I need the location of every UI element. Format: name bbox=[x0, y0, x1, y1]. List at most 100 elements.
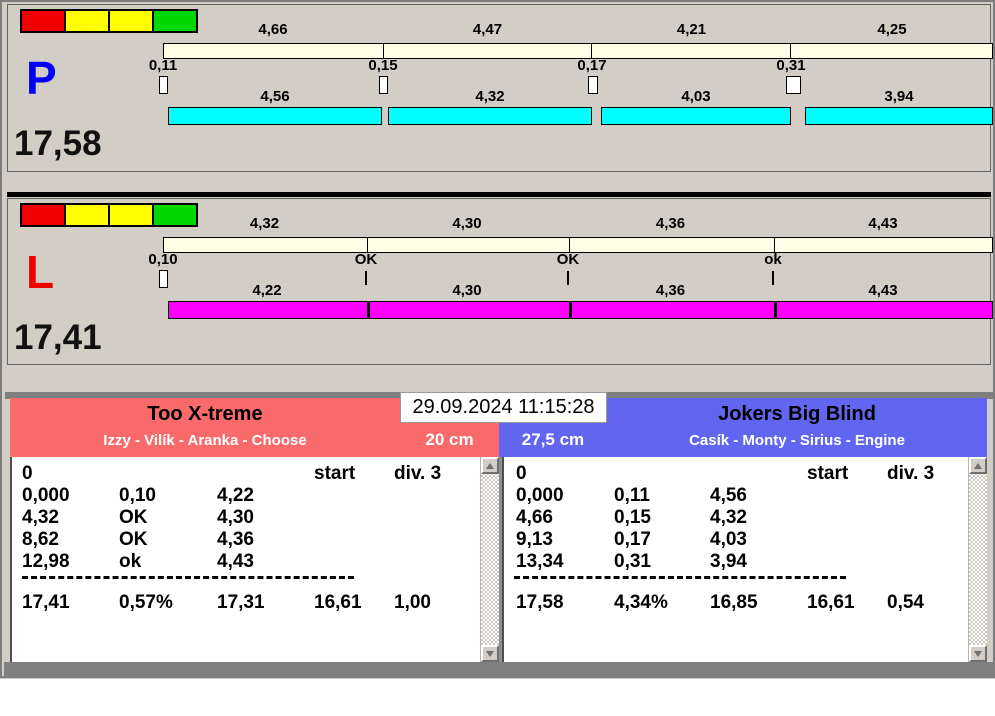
arrow-down-icon bbox=[974, 650, 982, 657]
table-scrollbar[interactable] bbox=[480, 457, 499, 662]
table-cell: 0,10 bbox=[119, 485, 156, 506]
lane-letter-l: L bbox=[26, 246, 55, 298]
table-cell: ok bbox=[119, 551, 142, 572]
table-cell: 4,03 bbox=[710, 529, 747, 550]
table-cell: 0 bbox=[516, 463, 527, 484]
table-total-cell: 0,57% bbox=[119, 592, 173, 613]
table-total-cell: 16,61 bbox=[807, 592, 855, 613]
run-bar-segment bbox=[169, 302, 367, 318]
run-bar-segment bbox=[601, 107, 791, 125]
table-cell: 0,11 bbox=[614, 485, 650, 506]
app-screen: P 4,66 4,47 4,21 4,25 0,11 0,15 0,17 0,3… bbox=[0, 0, 995, 716]
lane-divider bbox=[7, 192, 991, 197]
split-time-label: 4,66 bbox=[258, 21, 288, 38]
split-time-label: 4,25 bbox=[877, 21, 907, 38]
split-segment bbox=[569, 238, 774, 252]
light-yellow1-icon bbox=[64, 203, 110, 227]
run-bar-segment bbox=[388, 107, 592, 125]
timing-window: P 4,66 4,47 4,21 4,25 0,11 0,15 0,17 0,3… bbox=[0, 0, 995, 679]
table-col-start: start bbox=[807, 463, 849, 484]
scroll-down-button[interactable] bbox=[969, 645, 987, 662]
split-time-label: 4,21 bbox=[676, 21, 707, 38]
arrow-up-icon bbox=[486, 462, 494, 469]
split-segment bbox=[774, 238, 992, 252]
table-cell: 3,94 bbox=[710, 551, 747, 572]
split-time-label: 4,32 bbox=[249, 215, 280, 232]
team-name: Too X-treme bbox=[147, 403, 263, 425]
split-time-label: 4,36 bbox=[655, 215, 686, 232]
exchange-time-label: 0,10 bbox=[148, 251, 178, 268]
table-cell: 8,62 bbox=[22, 529, 59, 550]
jump-height: 20 cm bbox=[425, 430, 474, 449]
table-scrollbar[interactable] bbox=[968, 457, 987, 662]
table-total-cell: 0,54 bbox=[887, 592, 924, 613]
team-name: Jokers Big Blind bbox=[718, 403, 876, 425]
scroll-down-button[interactable] bbox=[481, 645, 499, 662]
exchange-time-label: 0,15 bbox=[368, 57, 398, 74]
run-time-label: 4,43 bbox=[868, 282, 898, 299]
arrow-down-icon bbox=[486, 650, 494, 657]
table-cell: 0,31 bbox=[614, 551, 651, 572]
run-bar-segment bbox=[367, 302, 569, 318]
table-col-start: start bbox=[314, 463, 356, 484]
table-cell: 4,66 bbox=[516, 507, 553, 528]
table-cell: 4,56 bbox=[710, 485, 747, 506]
exchange-time-label: 0,11 bbox=[148, 57, 178, 74]
exchange-gap-marker bbox=[159, 76, 168, 94]
table-total-cell: 16,61 bbox=[314, 592, 362, 613]
split-time-label: 4,30 bbox=[452, 215, 482, 232]
split-segment bbox=[383, 44, 591, 58]
exchange-gap-marker bbox=[159, 270, 168, 288]
run-bar-segment bbox=[805, 107, 993, 125]
lane-letter-p: P bbox=[26, 52, 57, 104]
table-cell: 4,32 bbox=[710, 507, 747, 528]
run-bar-segment bbox=[168, 107, 382, 125]
jump-height: 27,5 cm bbox=[521, 430, 585, 449]
table-cell: 4,30 bbox=[217, 507, 254, 528]
table-cell: 13,34 bbox=[516, 551, 564, 572]
run-time-label: 4,32 bbox=[475, 88, 505, 105]
exchange-status-label: OK bbox=[556, 251, 580, 268]
team-dogs: Izzy - Vilík - Aranka - Choose bbox=[103, 432, 307, 449]
lane-panel-l: L 4,32 4,30 4,36 4,43 0,10 OK OK ok 4,22… bbox=[7, 198, 993, 365]
light-yellow1-icon bbox=[64, 9, 110, 33]
light-red-icon bbox=[20, 9, 66, 33]
table-cell: OK bbox=[119, 529, 148, 550]
table-separator bbox=[514, 576, 846, 579]
light-yellow2-icon bbox=[108, 203, 154, 227]
run-bar-segment bbox=[569, 302, 774, 318]
table-cell: OK bbox=[119, 507, 148, 528]
lane-panel-p: P 4,66 4,47 4,21 4,25 0,11 0,15 0,17 0,3… bbox=[7, 4, 993, 172]
datetime-display: 29.09.2024 11:15:28 bbox=[400, 392, 607, 423]
split-segment bbox=[164, 44, 383, 58]
table-cell: 4,22 bbox=[217, 485, 254, 506]
table-total-cell: 1,00 bbox=[394, 592, 431, 613]
table-cell: 0,17 bbox=[614, 529, 651, 550]
team-dogs: Casík - Monty - Sirius - Engine bbox=[689, 432, 905, 449]
table-cell: 12,98 bbox=[22, 551, 70, 572]
table-cell: 0,15 bbox=[614, 507, 651, 528]
table-total-cell: 17,58 bbox=[516, 592, 564, 613]
run-time-label: 4,56 bbox=[260, 88, 290, 105]
scroll-up-button[interactable] bbox=[481, 457, 499, 474]
table-cell: 4,32 bbox=[22, 507, 59, 528]
table-total-cell: 16,85 bbox=[710, 592, 758, 613]
results-table-right: 0 start div. 3 0,000 0,11 4,56 4,66 0,15… bbox=[502, 457, 987, 662]
split-time-label: 4,47 bbox=[472, 21, 503, 38]
split-time-label: 4,43 bbox=[868, 215, 898, 232]
lane-total-p: 17,58 bbox=[14, 124, 102, 163]
table-cell: 4,36 bbox=[217, 529, 254, 550]
table-cell: 0,000 bbox=[22, 485, 70, 506]
scroll-up-button[interactable] bbox=[969, 457, 987, 474]
table-cell: 9,13 bbox=[516, 529, 553, 550]
light-red-icon bbox=[20, 203, 66, 227]
bottom-status-bar bbox=[4, 662, 995, 678]
table-total-cell: 4,34% bbox=[614, 592, 668, 613]
run-bar-l bbox=[168, 301, 993, 319]
table-cell: 0 bbox=[22, 463, 33, 484]
table-cell: 0,000 bbox=[516, 485, 564, 506]
split-segment bbox=[789, 44, 992, 58]
run-bar-segment bbox=[774, 302, 992, 318]
run-time-label: 4,30 bbox=[452, 282, 482, 299]
exchange-status-label: OK bbox=[354, 251, 378, 268]
